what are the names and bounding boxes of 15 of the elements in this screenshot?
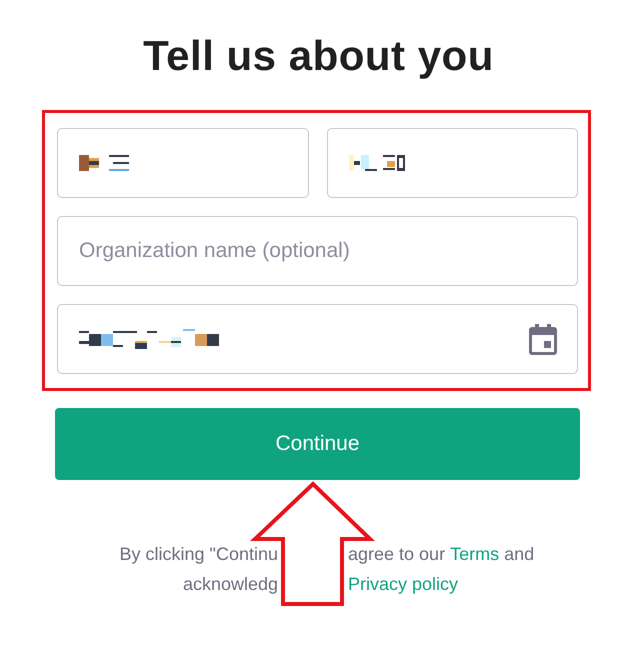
- input-field[interactable]: [326, 128, 578, 198]
- redacted-value-drawing: [348, 153, 404, 173]
- footer-text: acknowledg: [182, 573, 278, 595]
- input-field[interactable]: Organization name (optional): [57, 216, 578, 286]
- link[interactable]: Terms: [450, 543, 500, 565]
- footer-text: agree to our: [348, 543, 446, 565]
- redacted-value-drawing: [79, 153, 129, 173]
- footer-text: and: [504, 543, 534, 565]
- input-field[interactable]: [57, 304, 578, 374]
- page-title: Tell us about you: [142, 31, 495, 81]
- link[interactable]: Privacy policy: [348, 573, 458, 595]
- calendar-icon[interactable]: [529, 324, 557, 354]
- input-field[interactable]: [57, 128, 308, 198]
- continue-button[interactable]: Continue: [55, 408, 580, 480]
- footer-text: By clicking "Continu: [120, 543, 278, 565]
